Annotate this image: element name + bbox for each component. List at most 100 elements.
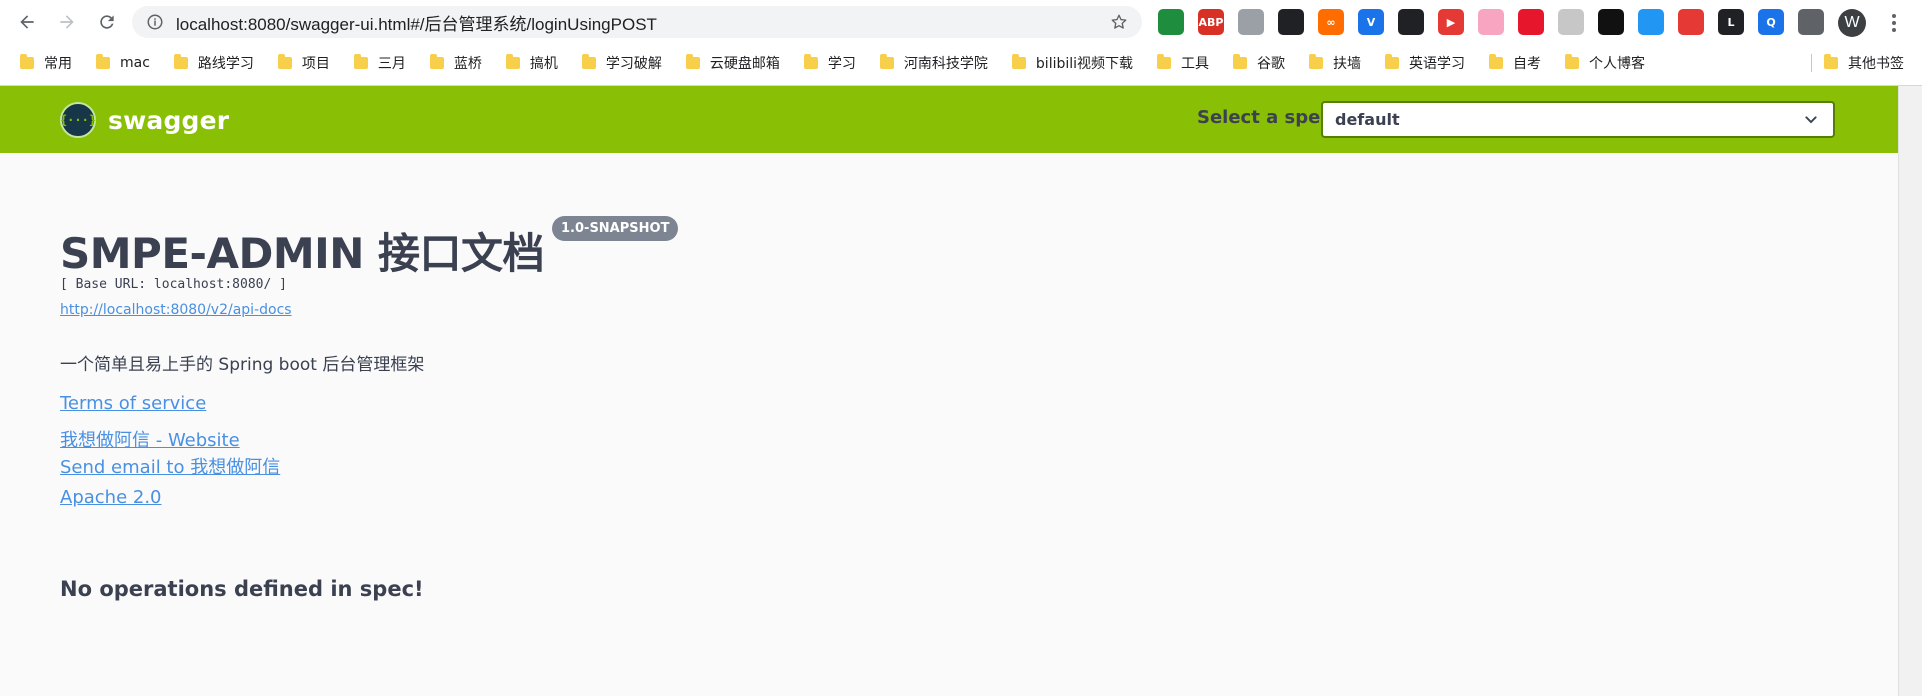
arrow-right-icon <box>60 15 74 29</box>
link-icon[interactable] <box>1278 9 1304 35</box>
spec-select-value: default <box>1335 110 1400 129</box>
bookmark-item[interactable]: 常用 <box>14 48 78 78</box>
folder-icon <box>1233 54 1248 69</box>
other-bookmarks[interactable]: 其他书签 <box>1818 48 1910 78</box>
bookmark-label: 英语学习 <box>1409 56 1466 72</box>
folder-icon <box>505 54 520 69</box>
block-icon[interactable] <box>1678 9 1704 35</box>
bookmark-item[interactable]: 谷歌 <box>1227 48 1291 78</box>
bookmark-label: 个人博客 <box>1589 56 1646 72</box>
license-link[interactable]: Apache 2.0 <box>60 487 162 508</box>
bookmark-item[interactable]: 工具 <box>1151 48 1215 78</box>
profile-avatar[interactable]: W <box>1838 9 1866 37</box>
swagger-logo[interactable]: {···} swagger <box>60 102 229 138</box>
bookmark-item[interactable]: bilibili视频下载 <box>1006 48 1139 78</box>
swagger-topbar: {···} swagger Select a spec default <box>0 86 1898 153</box>
folder-icon <box>1489 54 1504 69</box>
folder-icon <box>96 54 110 69</box>
folder-icon <box>1565 54 1580 69</box>
browser-nav-row: localhost:8080/swagger-ui.html#/后台管理系统/l… <box>0 0 1922 44</box>
bookmark-item[interactable]: 学习 <box>798 48 862 78</box>
bookmark-item[interactable]: 项目 <box>272 48 336 78</box>
folder-icon <box>173 54 188 69</box>
api-docs-link[interactable]: http://localhost:8080/v2/api-docs <box>60 302 292 318</box>
bookmark-item[interactable]: 三月 <box>348 48 412 78</box>
chevron-down-icon <box>1805 116 1817 124</box>
adblock-plus-icon[interactable]: ABP <box>1198 9 1224 35</box>
bookmark-item[interactable]: 搞机 <box>500 48 564 78</box>
spec-select[interactable]: default <box>1321 101 1835 138</box>
api-title: SMPE-ADMIN 接口文档 <box>60 229 545 278</box>
folder-icon <box>353 54 368 69</box>
terms-of-service-link[interactable]: Terms of service <box>60 393 206 414</box>
bookmark-label: 常用 <box>44 56 72 72</box>
other-bookmarks-label: 其他书签 <box>1848 56 1904 72</box>
reload-icon <box>100 15 114 29</box>
contact-email-link[interactable]: Send email to 我想做阿信 <box>60 453 280 479</box>
q-icon[interactable]: Q <box>1758 9 1784 35</box>
android-icon[interactable] <box>1158 9 1184 35</box>
v-icon[interactable]: V <box>1358 9 1384 35</box>
bookmark-item[interactable]: 个人博客 <box>1559 48 1651 78</box>
forward-button[interactable] <box>52 7 82 37</box>
extensions-bar: ABP ∞ V ▶ L Q <box>1158 9 1838 35</box>
no-operations-message: No operations defined in spec! <box>60 577 424 601</box>
version-badge: 1.0-SNAPSHOT <box>552 216 679 241</box>
browser-chrome: localhost:8080/swagger-ui.html#/后台管理系统/l… <box>0 0 1922 86</box>
bookmark-item[interactable]: 蓝桥 <box>424 48 488 78</box>
folder-icon <box>1385 54 1400 69</box>
bookmark-item[interactable]: 云硬盘邮箱 <box>680 48 786 78</box>
l-icon[interactable]: L <box>1718 9 1744 35</box>
bookmark-label: 谷歌 <box>1257 56 1286 72</box>
bookmark-label: 工具 <box>1181 56 1210 72</box>
bookmark-item[interactable]: 河南科技学院 <box>874 48 994 78</box>
folder-icon <box>803 54 818 69</box>
base-url: [ Base URL: localhost:8080/ ] <box>60 277 287 292</box>
url-text[interactable]: localhost:8080/swagger-ui.html#/后台管理系统/l… <box>176 10 657 35</box>
bookmark-label: 路线学习 <box>197 56 254 72</box>
infinity-icon[interactable]: ∞ <box>1318 9 1344 35</box>
page-scrollbar[interactable] <box>1898 86 1922 696</box>
swagger-logo-text: swagger <box>108 105 230 135</box>
bookmark-label: 三月 <box>377 56 406 72</box>
bookmark-item[interactable]: 英语学习 <box>1379 48 1471 78</box>
folder-icon <box>277 54 292 69</box>
reload-button[interactable] <box>92 7 122 37</box>
star-icon[interactable] <box>1108 11 1130 33</box>
swagger-logo-icon: {···} <box>60 102 96 138</box>
bookmark-label: 云硬盘邮箱 <box>709 56 780 72</box>
select-spec-label: Select a spec <box>1197 107 1331 128</box>
bilibili-icon[interactable] <box>1478 9 1504 35</box>
bookmark-item[interactable]: 扶墙 <box>1303 48 1367 78</box>
key-icon[interactable] <box>1598 9 1624 35</box>
bookmark-label: 搞机 <box>529 56 558 72</box>
bookmark-label: mac <box>120 55 150 71</box>
folder-icon <box>879 54 894 69</box>
screenshot-icon[interactable] <box>1238 9 1264 35</box>
bookmark-label: 项目 <box>301 56 330 72</box>
youtube-icon[interactable]: ▶ <box>1438 9 1464 35</box>
bookmark-item[interactable]: 自考 <box>1483 48 1547 78</box>
info-icon[interactable] <box>140 7 170 37</box>
bookmark-label: 河南科技学院 <box>903 56 988 72</box>
bookmark-item[interactable]: 学习破解 <box>576 48 668 78</box>
tampermonkey-icon[interactable] <box>1398 9 1424 35</box>
bookmark-label: 学习破解 <box>605 56 662 72</box>
more-menu-icon[interactable] <box>1882 10 1906 36</box>
puzzle-icon[interactable] <box>1798 9 1824 35</box>
swagger-info: SMPE-ADMIN 接口文档 1.0-SNAPSHOT [ Base URL:… <box>60 153 1860 696</box>
website-link[interactable]: 我想做阿信 - Website <box>60 426 240 452</box>
back-button[interactable] <box>12 7 42 37</box>
bookmark-item[interactable]: mac <box>90 48 156 78</box>
sidebar-icon[interactable] <box>1638 9 1664 35</box>
folder-icon <box>429 54 444 69</box>
folder-icon <box>1011 54 1026 69</box>
bookmark-item[interactable]: 路线学习 <box>168 48 260 78</box>
arrow-left-icon <box>20 15 34 29</box>
weibo-icon[interactable] <box>1518 9 1544 35</box>
folder-icon <box>20 54 34 69</box>
address-bar[interactable]: localhost:8080/swagger-ui.html#/后台管理系统/l… <box>132 6 1142 38</box>
folder-icon <box>685 54 700 69</box>
api-title-row: SMPE-ADMIN 接口文档 1.0-SNAPSHOT <box>60 216 679 281</box>
ghost-icon[interactable] <box>1558 9 1584 35</box>
